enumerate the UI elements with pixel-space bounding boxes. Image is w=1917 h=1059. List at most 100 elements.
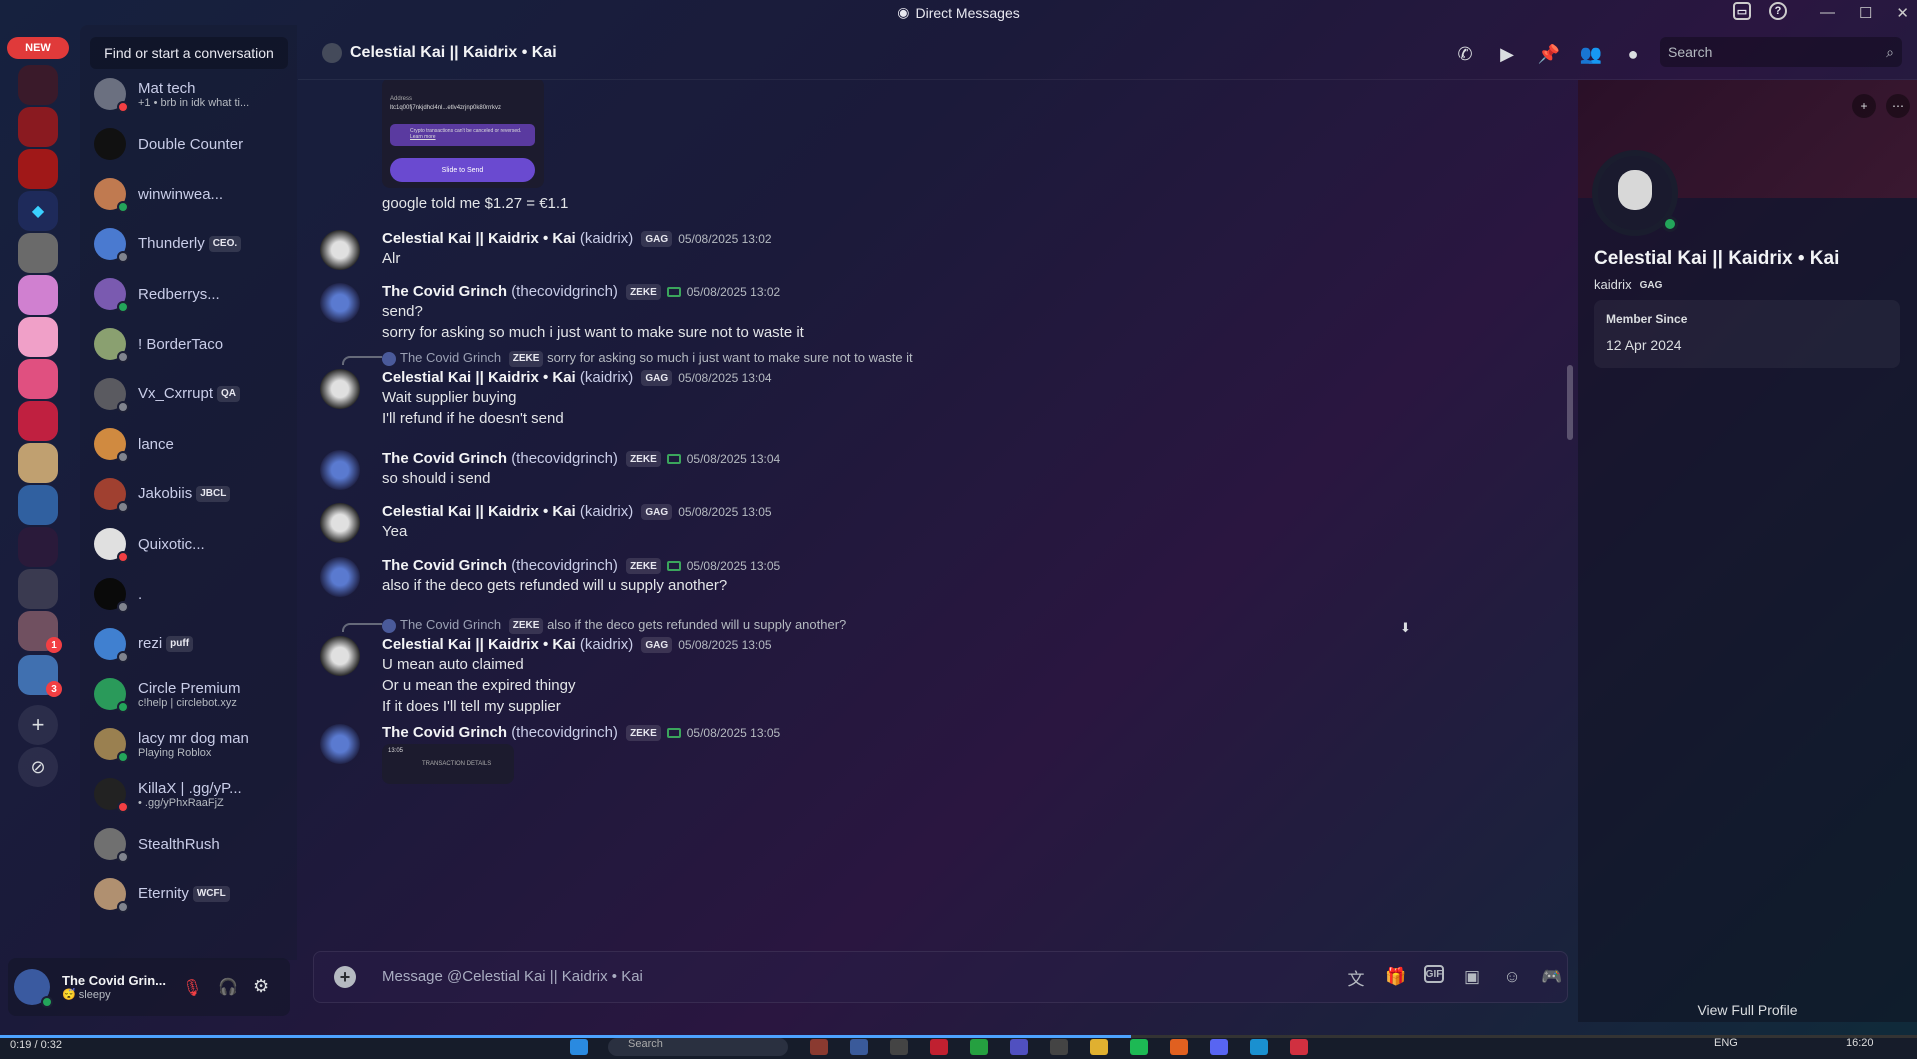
jump-icon[interactable]: ⬇ xyxy=(1400,620,1411,636)
server-icon[interactable] xyxy=(18,107,58,147)
server-icon[interactable] xyxy=(18,65,58,105)
avatar[interactable] xyxy=(320,230,360,270)
translate-icon[interactable]: 文 xyxy=(1344,965,1368,989)
avatar[interactable] xyxy=(320,283,360,323)
server-icon[interactable] xyxy=(18,359,58,399)
pin-icon[interactable]: 📌 xyxy=(1537,43,1561,65)
search-input[interactable]: Search ⌕ xyxy=(1660,37,1902,67)
server-icon[interactable] xyxy=(18,485,58,525)
settings-button[interactable]: ⚙ xyxy=(253,976,269,997)
server-icon[interactable]: ◆ xyxy=(18,191,58,231)
dm-item[interactable]: ! BorderTaco xyxy=(88,323,288,365)
gif-icon[interactable]: GIF xyxy=(1424,965,1444,983)
server-icon[interactable] xyxy=(18,401,58,441)
app-icon[interactable] xyxy=(1130,1039,1148,1055)
message-input[interactable]: Message @Celestial Kai || Kaidrix • Kai xyxy=(382,968,643,985)
message-author[interactable]: The Covid Grinch (thecovidgrinch) ZEKE 05… xyxy=(382,557,780,575)
server-icon[interactable] xyxy=(18,149,58,189)
start-icon[interactable] xyxy=(570,1039,588,1055)
deafen-button[interactable]: 🎧 xyxy=(218,977,238,997)
dm-item[interactable]: rezi puff xyxy=(88,623,288,665)
dm-item[interactable]: Eternity WCFL xyxy=(88,873,288,915)
reply-preview[interactable]: The Covid Grinch ZEKE sorry for asking s… xyxy=(382,350,913,367)
app-icon[interactable] xyxy=(890,1039,908,1055)
reply-preview[interactable]: The Covid Grinch ZEKE also if the deco g… xyxy=(382,617,846,634)
dm-item[interactable]: Thunderly CEO. xyxy=(88,223,288,265)
app-icon[interactable] xyxy=(1290,1039,1308,1055)
server-icon[interactable] xyxy=(18,527,58,567)
message-composer[interactable]: + Message @Celestial Kai || Kaidrix • Ka… xyxy=(313,951,1568,1003)
message-author[interactable]: The Covid Grinch (thecovidgrinch) ZEKE 05… xyxy=(382,283,780,301)
app-icon[interactable] xyxy=(1250,1039,1268,1055)
message-author[interactable]: Celestial Kai || Kaidrix • Kai (kaidrix)… xyxy=(382,230,772,248)
emoji-icon[interactable]: ☺ xyxy=(1500,965,1524,989)
gift-icon[interactable]: 🎁 xyxy=(1384,965,1408,989)
image-attachment[interactable]: 13:05 TRANSACTION DETAILS xyxy=(382,744,514,784)
app-icon[interactable] xyxy=(930,1039,948,1055)
avatar[interactable] xyxy=(320,369,360,409)
maximize-button[interactable]: ☐ xyxy=(1859,4,1872,22)
message-author[interactable]: The Covid Grinch (thecovidgrinch) ZEKE 05… xyxy=(382,450,780,468)
add-server-button[interactable]: + xyxy=(18,705,58,745)
avatar[interactable] xyxy=(320,557,360,597)
app-icon[interactable] xyxy=(1050,1039,1068,1055)
mute-button[interactable]: 🎙 xyxy=(182,978,202,998)
close-button[interactable]: ✕ xyxy=(1896,4,1909,22)
dm-item[interactable]: Redberrys... xyxy=(88,273,288,315)
app-icon[interactable] xyxy=(970,1039,988,1055)
activities-icon[interactable]: 🎮 xyxy=(1540,965,1564,989)
app-icon[interactable] xyxy=(1170,1039,1188,1055)
view-full-profile-link[interactable]: View Full Profile xyxy=(1578,1002,1917,1018)
avatar[interactable] xyxy=(320,636,360,676)
taskbar-search[interactable]: Search xyxy=(608,1038,788,1056)
app-icon[interactable] xyxy=(810,1039,828,1055)
dm-item[interactable]: lacy mr dog man Playing Roblox xyxy=(88,723,288,765)
image-attachment[interactable]: Address ltc1q00fj7nkjdhcl4nl...etlv4zrjn… xyxy=(382,80,544,188)
voice-call-icon[interactable]: ✆ xyxy=(1453,43,1477,65)
find-conversation-button[interactable]: Find or start a conversation xyxy=(90,37,288,69)
app-icon[interactable] xyxy=(1090,1039,1108,1055)
inbox-icon[interactable]: ▭ xyxy=(1733,2,1751,20)
add-friend-icon[interactable]: + xyxy=(1852,94,1876,118)
dm-item[interactable]: Double Counter xyxy=(88,123,288,165)
dm-item[interactable]: Vx_Cxrrupt QA xyxy=(88,373,288,415)
user-profile-icon[interactable]: ● xyxy=(1621,43,1645,65)
language-indicator[interactable]: ENG xyxy=(1714,1037,1738,1049)
explore-icon[interactable]: ⊘ xyxy=(18,747,58,787)
dm-item[interactable]: winwinwea... xyxy=(88,173,288,215)
dm-item[interactable]: Circle Premium c!help | circlebot.xyz xyxy=(88,673,288,715)
scrollbar[interactable] xyxy=(1567,365,1573,440)
dm-item[interactable]: Jakobiis JBCL xyxy=(88,473,288,515)
dm-item[interactable]: Quixotic... xyxy=(88,523,288,565)
avatar[interactable] xyxy=(320,503,360,543)
server-icon[interactable] xyxy=(18,233,58,273)
avatar[interactable] xyxy=(14,969,53,1008)
more-icon[interactable]: ⋯ xyxy=(1886,94,1910,118)
dm-item[interactable]: KillaX | .gg/yP... • .gg/yPhxRaaFjZ xyxy=(88,773,288,815)
message-author[interactable]: The Covid Grinch (thecovidgrinch) ZEKE 05… xyxy=(382,724,780,742)
help-icon[interactable]: ? xyxy=(1769,2,1787,20)
avatar[interactable] xyxy=(320,724,360,764)
app-icon[interactable] xyxy=(1010,1039,1028,1055)
dm-item[interactable]: StealthRush xyxy=(88,823,288,865)
dm-item[interactable]: Mat tech +1 • brb in idk what ti... xyxy=(88,73,288,115)
new-badge[interactable]: NEW xyxy=(7,37,69,59)
server-icon[interactable] xyxy=(18,443,58,483)
dm-item[interactable]: . xyxy=(88,573,288,615)
app-icon[interactable] xyxy=(1210,1039,1228,1055)
add-friends-icon[interactable]: 👥 xyxy=(1579,43,1603,65)
message-author[interactable]: Celestial Kai || Kaidrix • Kai (kaidrix)… xyxy=(382,503,772,521)
server-icon[interactable] xyxy=(18,569,58,609)
message-author[interactable]: Celestial Kai || Kaidrix • Kai (kaidrix)… xyxy=(382,636,772,654)
server-icon[interactable] xyxy=(18,275,58,315)
avatar[interactable] xyxy=(320,450,360,490)
server-icon[interactable] xyxy=(18,317,58,357)
video-call-icon[interactable]: ▶ xyxy=(1495,43,1519,65)
media-progress[interactable] xyxy=(0,1035,1917,1038)
dm-item[interactable]: lance xyxy=(88,423,288,465)
clock[interactable]: 16:20 xyxy=(1846,1037,1874,1049)
sticker-icon[interactable]: ▣ xyxy=(1460,965,1484,989)
app-icon[interactable] xyxy=(850,1039,868,1055)
minimize-button[interactable]: — xyxy=(1820,4,1835,21)
add-attachment-button[interactable]: + xyxy=(334,966,356,988)
